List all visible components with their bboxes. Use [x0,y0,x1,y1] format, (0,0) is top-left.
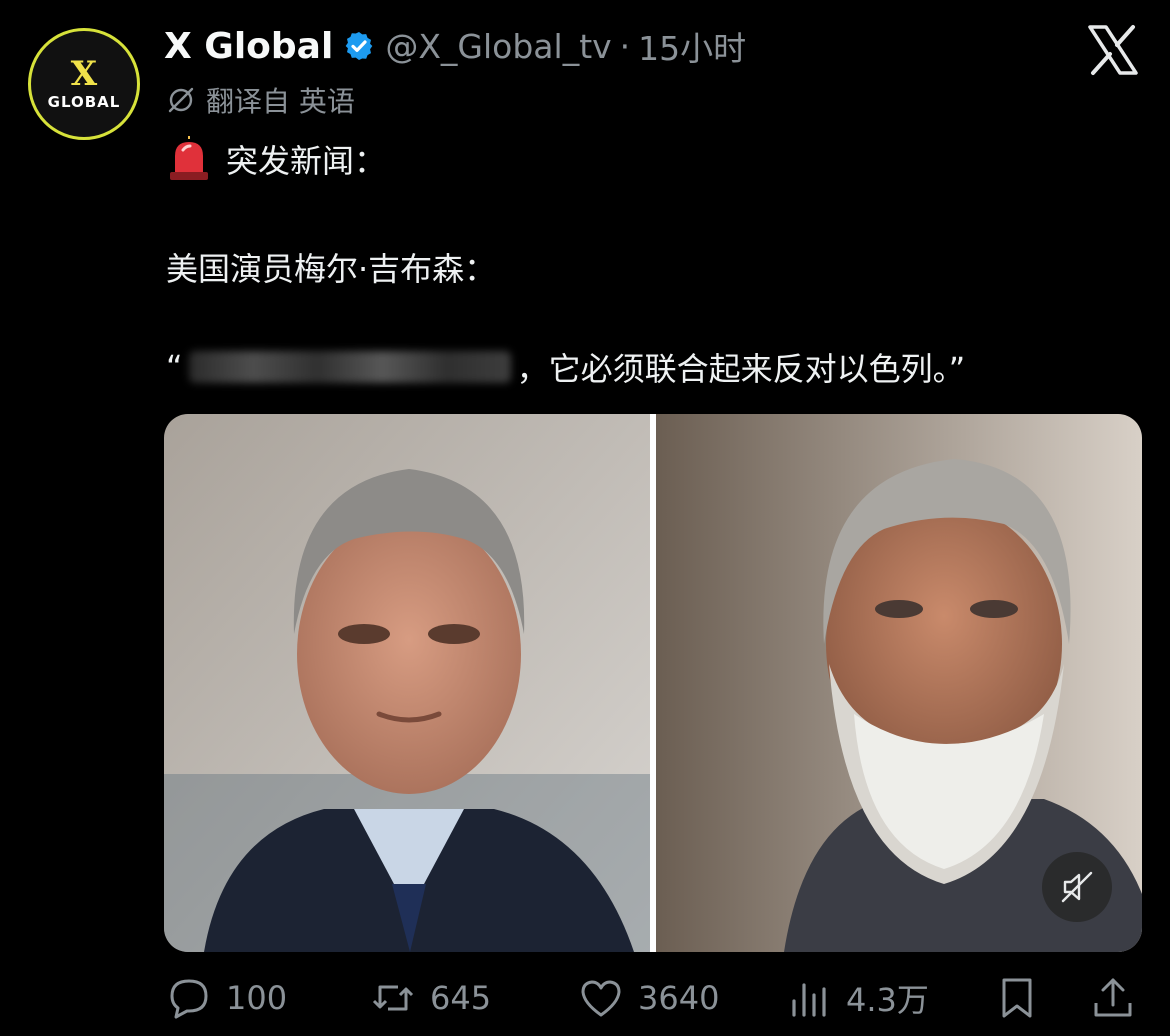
tweet: X GLOBAL X Global @X_Global_tv · 15小时 翻译… [0,0,1170,1036]
tweet-text-line-1: 突发新闻： [166,134,386,184]
translate-icon [168,87,194,113]
quote-open: “ [166,348,183,386]
reply-count: 100 [226,979,288,1017]
like-button[interactable]: 3640 [578,970,719,1026]
bookmark-icon [1002,978,1032,1018]
tweet-text-line-3: “ ，它必须联合起来反对以色列。” [166,344,965,390]
verified-badge-icon [345,32,373,60]
avatar-logo-word: GLOBAL [47,93,121,111]
share-icon [1094,978,1132,1017]
repost-icon [372,985,414,1011]
separator-dot: · [619,26,631,66]
tweet-header: X Global @X_Global_tv · 15小时 [164,22,746,70]
avatar-logo-letter: X [70,54,98,94]
share-button[interactable] [1090,970,1136,1026]
like-count: 3640 [638,979,720,1017]
heart-icon [581,980,621,1017]
timestamp[interactable]: 15小时 [638,22,746,70]
redacted-text-block [188,351,511,383]
repost-count: 645 [430,979,492,1017]
author-handle[interactable]: @X_Global_tv [385,27,611,66]
siren-emoji-icon [170,136,208,180]
muted-speaker-icon [1061,871,1093,903]
tweet-text-line-2: 美国演员梅尔·吉布森： [166,250,497,288]
media-photo-composite [164,414,1142,952]
reply-button[interactable]: 100 [166,970,287,1026]
reply-icon [170,979,208,1019]
repost-button[interactable]: 645 [370,970,491,1026]
tweet-media-image[interactable] [164,414,1142,952]
quote-text: ，它必须联合起来反对以色列。” [516,350,966,388]
views-chart-icon [792,983,826,1017]
translation-note-text: 翻译自 英语 [206,85,355,118]
tweet-text-breaking: 突发新闻： [226,142,387,180]
x-logo-icon[interactable] [1086,24,1140,76]
tweet-actions: 100 645 3640 4.3万 [164,970,1144,1026]
author-name[interactable]: X Global [164,26,333,67]
bookmark-button[interactable] [994,970,1040,1026]
views-button[interactable]: 4.3万 [786,970,929,1026]
mute-toggle-button[interactable] [1042,852,1112,922]
avatar[interactable]: X GLOBAL [28,28,140,140]
translation-note[interactable]: 翻译自 英语 [166,80,355,120]
views-count: 4.3万 [846,981,929,1019]
